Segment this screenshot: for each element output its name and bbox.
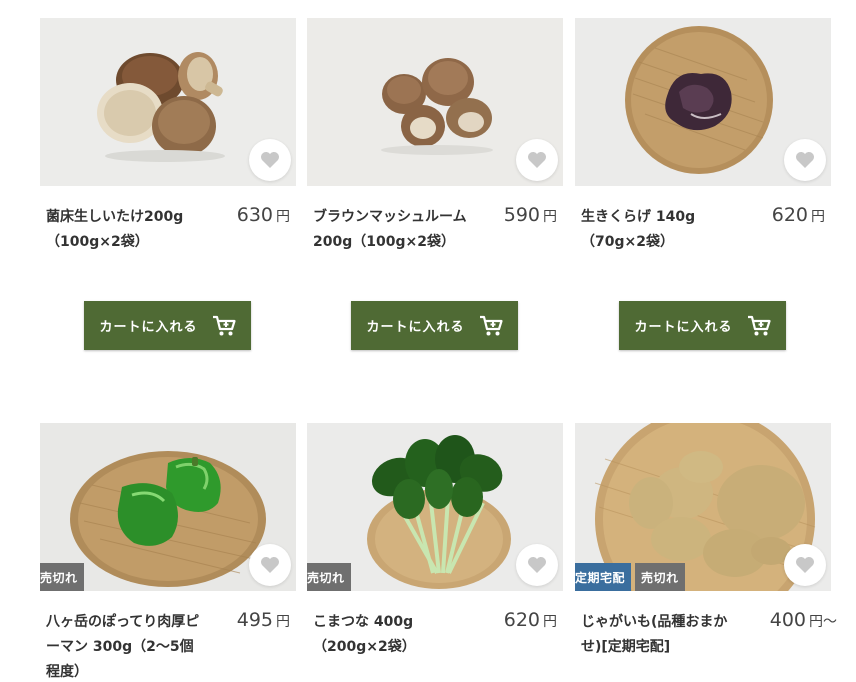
- product-price: 620 円: [504, 609, 557, 631]
- add-to-cart-button[interactable]: カートに入れる: [84, 301, 251, 350]
- product-price: 495 円: [237, 609, 290, 631]
- product-image-shiitake[interactable]: [40, 18, 296, 186]
- product-image-green-pepper[interactable]: 売切れ: [40, 423, 296, 591]
- add-to-cart-label: カートに入れる: [634, 320, 733, 335]
- product-image-brown-mushroom[interactable]: [307, 18, 563, 186]
- add-to-cart-button[interactable]: カートに入れる: [619, 301, 786, 350]
- product-price: 630 円: [237, 204, 290, 226]
- add-to-cart-button[interactable]: カートに入れる: [351, 301, 518, 350]
- product-name[interactable]: 八ヶ岳のぽってり肉厚ピーマン 300g（2〜5個程度）: [46, 610, 204, 682]
- price-value: 630: [236, 204, 273, 226]
- add-to-cart-label: カートに入れる: [99, 320, 198, 335]
- price-value: 400: [769, 609, 806, 631]
- price-unit: 円: [811, 209, 825, 225]
- shopping-cart-icon: [479, 315, 503, 335]
- soldout-badge: 売切れ: [635, 563, 685, 591]
- price-value: 620: [771, 204, 808, 226]
- product-price: 620 円: [772, 204, 825, 226]
- shopping-cart-icon: [747, 315, 771, 335]
- favorite-button[interactable]: [249, 139, 291, 181]
- product-image-komatsuna[interactable]: 売切れ: [307, 423, 563, 591]
- soldout-badge: 売切れ: [40, 563, 84, 591]
- add-to-cart-label: カートに入れる: [366, 320, 465, 335]
- price-unit: 円: [543, 209, 557, 225]
- price-unit: 円: [543, 614, 557, 630]
- favorite-button[interactable]: [784, 544, 826, 586]
- price-value: 495: [236, 609, 273, 631]
- price-suffix: 〜: [823, 614, 837, 630]
- badge-group: 定期宅配 売切れ: [575, 563, 685, 591]
- price-value: 620: [503, 609, 540, 631]
- regular-delivery-badge: 定期宅配: [575, 563, 632, 591]
- favorite-button[interactable]: [516, 544, 558, 586]
- heart-icon: [528, 152, 546, 168]
- heart-icon: [796, 152, 814, 168]
- favorite-button[interactable]: [784, 139, 826, 181]
- badge-group: 売切れ: [40, 563, 84, 591]
- soldout-badge: 売切れ: [307, 563, 351, 591]
- product-image-kikurage[interactable]: [575, 18, 831, 186]
- product-name[interactable]: こまつな 400g（200g×2袋）: [313, 610, 471, 660]
- price-unit: 円: [276, 614, 290, 630]
- favorite-button[interactable]: [249, 544, 291, 586]
- product-name[interactable]: 菌床生しいたけ200g（100g×2袋）: [46, 205, 204, 255]
- heart-icon: [796, 557, 814, 573]
- shopping-cart-icon: [212, 315, 236, 335]
- price-value: 590: [503, 204, 540, 226]
- product-name[interactable]: ブラウンマッシュルーム 200g（100g×2袋）: [313, 205, 471, 255]
- heart-icon: [261, 557, 279, 573]
- favorite-button[interactable]: [516, 139, 558, 181]
- product-image-potato[interactable]: 定期宅配 売切れ: [575, 423, 831, 591]
- product-price: 400 円〜: [770, 609, 837, 631]
- product-name[interactable]: じゃがいも(品種おまかせ)[定期宅配]: [581, 610, 739, 660]
- heart-icon: [261, 152, 279, 168]
- product-name[interactable]: 生きくらげ 140g（70g×2袋）: [581, 205, 739, 255]
- product-price: 590 円: [504, 204, 557, 226]
- price-unit: 円: [809, 614, 823, 630]
- price-unit: 円: [276, 209, 290, 225]
- heart-icon: [528, 557, 546, 573]
- badge-group: 売切れ: [307, 563, 351, 591]
